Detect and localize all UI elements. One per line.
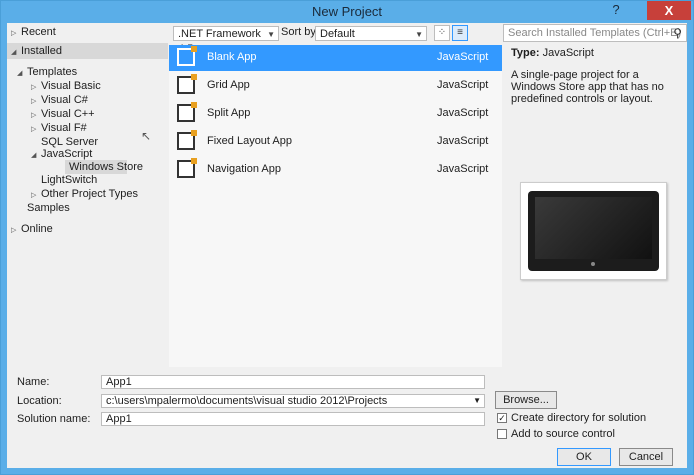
add-source-control-checkbox[interactable] <box>497 429 507 439</box>
navigation-app-icon <box>177 158 197 178</box>
tree-item-lightswitch[interactable]: LightSwitch <box>41 173 97 187</box>
grid-app-icon <box>177 74 197 94</box>
tree-item-samples[interactable]: Samples <box>27 201 70 215</box>
create-directory-label: Create directory for solution <box>511 412 647 424</box>
tree-item-recent[interactable]: ▷ Recent <box>11 25 56 39</box>
expand-triangle-icon[interactable]: ▷ <box>11 27 21 41</box>
help-button[interactable]: ? <box>601 2 631 20</box>
template-item-split-app[interactable]: Split App JavaScript <box>169 101 502 127</box>
grid-view-icon[interactable]: ⁘ <box>434 25 450 41</box>
dropdown-arrow-icon[interactable]: ▼ <box>267 27 275 42</box>
add-source-control-label: Add to source control <box>511 428 615 440</box>
tree-item-online[interactable]: ▷ Online <box>11 222 53 236</box>
search-icon[interactable]: ⚲ <box>673 25 682 41</box>
fixed-layout-app-icon <box>177 130 197 150</box>
tree-item-javascript[interactable]: ◢ JavaScript <box>31 147 92 161</box>
dropdown-arrow-icon[interactable]: ▼ <box>415 27 423 42</box>
template-item-grid-app[interactable]: Grid App JavaScript <box>169 73 502 99</box>
template-list: Blank App JavaScript Grid App JavaScript… <box>169 45 502 367</box>
collapse-triangle-icon[interactable]: ◢ <box>11 46 21 60</box>
location-label: Location: <box>17 395 62 407</box>
sort-by-label: Sort by: <box>281 26 319 38</box>
new-project-dialog: New Project ? X ▷ Recent ◢ Installed ◢ Temp… <box>0 0 694 475</box>
close-button[interactable]: X <box>647 1 691 20</box>
template-tree: ▷ Recent ◢ Installed ◢ Templates ▷ Visual Ba… <box>7 23 168 367</box>
location-input[interactable]: c:\users\mpalermo\documents\visual studi… <box>101 394 485 408</box>
solution-name-label: Solution name: <box>17 413 91 425</box>
split-app-icon <box>177 102 197 122</box>
template-type: Type: JavaScript <box>511 47 594 59</box>
mouse-cursor-icon: ↖ <box>141 129 152 143</box>
dropdown-arrow-icon[interactable]: ▼ <box>473 395 481 407</box>
create-directory-checkbox[interactable]: ✓ <box>497 413 507 423</box>
template-item-fixed-layout-app[interactable]: Fixed Layout App JavaScript <box>169 129 502 155</box>
search-input[interactable]: Search Installed Templates (Ctrl+E) ⚲ <box>503 24 687 42</box>
framework-select[interactable]: .NET Framework 4.5 ▼ <box>173 26 279 55</box>
sort-select[interactable]: Default ▼ <box>315 26 427 41</box>
browse-button[interactable]: Browse... <box>495 391 557 409</box>
dialog-body: ▷ Recent ◢ Installed ◢ Templates ▷ Visual Ba… <box>7 23 687 468</box>
template-item-navigation-app[interactable]: Navigation App JavaScript <box>169 157 502 183</box>
cancel-button[interactable]: Cancel <box>619 448 673 466</box>
expand-triangle-icon[interactable]: ▷ <box>11 224 21 238</box>
template-preview <box>520 182 667 280</box>
name-input[interactable]: App1 <box>101 375 485 389</box>
tree-item-templates[interactable]: ◢ Templates <box>17 65 77 79</box>
tree-item-installed[interactable]: ◢ Installed <box>11 44 62 58</box>
template-toolbar: .NET Framework 4.5 ▼ Sort by: Default ▼ … <box>169 23 687 55</box>
solution-name-input[interactable]: App1 <box>101 412 485 426</box>
window-title: New Project <box>311 4 383 19</box>
tree-item-visual-basic[interactable]: ▷ Visual Basic <box>31 79 101 93</box>
expand-triangle-icon[interactable]: ▷ <box>31 123 41 137</box>
tree-item-visual-cpp[interactable]: ▷ Visual C++ <box>31 107 95 121</box>
list-view-icon[interactable]: ≡ <box>452 25 468 41</box>
blank-app-icon <box>177 46 197 66</box>
name-label: Name: <box>17 376 50 388</box>
collapse-triangle-icon[interactable]: ◢ <box>17 67 27 81</box>
collapse-triangle-icon[interactable]: ◢ <box>31 149 41 163</box>
template-details: Type: JavaScript A single-page project f… <box>505 45 687 367</box>
ok-button[interactable]: OK <box>557 448 611 466</box>
project-form: Name: App1 Location: c:\users\mpalermo\d… <box>7 367 687 468</box>
tree-item-visual-csharp[interactable]: ▷ Visual C# <box>31 93 88 107</box>
title-bar: New Project ? X <box>1 1 693 23</box>
template-description: A single-page project for a Windows Stor… <box>511 69 664 105</box>
template-item-blank-app[interactable]: Blank App JavaScript <box>169 45 502 71</box>
tree-item-other-project-types[interactable]: ▷ Other Project Types <box>31 187 138 201</box>
tree-item-visual-fsharp[interactable]: ▷ Visual F# <box>31 121 87 135</box>
tablet-preview-icon <box>528 191 659 271</box>
tree-item-windows-store[interactable]: Windows Store <box>69 160 143 174</box>
